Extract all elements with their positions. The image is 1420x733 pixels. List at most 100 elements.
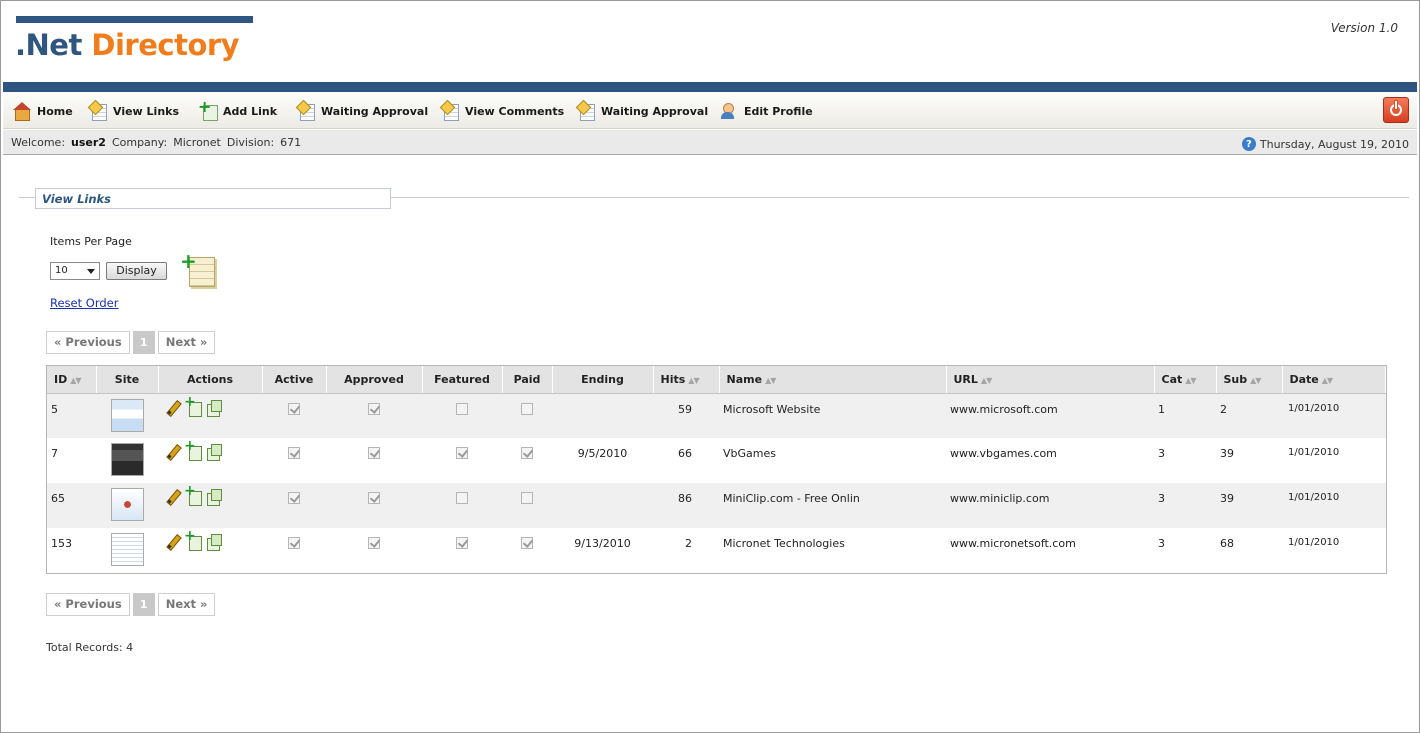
column-header-paid: Paid xyxy=(502,366,553,394)
approved-checkbox[interactable] xyxy=(368,402,380,415)
site-thumbnail[interactable] xyxy=(110,398,144,432)
current-page[interactable]: 1 xyxy=(132,331,155,354)
cell-date: 1/01/2010 xyxy=(1282,483,1386,528)
active-checkbox[interactable] xyxy=(288,492,300,504)
site-thumbnail[interactable] xyxy=(110,488,144,521)
logout-button[interactable] xyxy=(1383,97,1409,123)
document-icon xyxy=(441,102,459,121)
column-header-sub[interactable]: Sub ▲▼ xyxy=(1216,366,1283,394)
cell-cat: 3 xyxy=(1158,447,1165,460)
site-thumbnail[interactable] xyxy=(110,533,144,566)
active-checkbox[interactable] xyxy=(288,447,300,459)
nav-home[interactable]: Home xyxy=(13,102,73,121)
cell-actions xyxy=(158,528,262,573)
cell-active xyxy=(262,528,326,573)
copy-icon[interactable] xyxy=(184,394,202,417)
column-header-label: Sub xyxy=(1223,372,1248,386)
previous-page-button[interactable]: « Previous xyxy=(46,593,130,616)
nav-add-link-label: Add Link xyxy=(223,104,278,118)
cell-active xyxy=(262,393,326,438)
cell-id: 65 xyxy=(47,483,96,528)
next-page-button[interactable]: Next » xyxy=(157,593,216,616)
nav-view-comments[interactable]: View Comments xyxy=(441,102,564,121)
previous-page-button[interactable]: « Previous xyxy=(46,331,130,354)
active-checkbox[interactable] xyxy=(288,537,300,549)
column-header-date[interactable]: Date ▲▼ xyxy=(1282,366,1386,394)
move-icon[interactable] xyxy=(205,399,222,417)
edit-icon[interactable] xyxy=(165,534,181,550)
nav-waiting-approval-comments[interactable]: Waiting Approval xyxy=(577,102,708,121)
nav-add-link[interactable]: Add Link xyxy=(198,97,278,121)
edit-icon[interactable] xyxy=(165,400,181,416)
sort-icon: ▲▼ xyxy=(765,375,776,385)
cell-featured xyxy=(422,393,502,438)
cell-actions xyxy=(158,483,262,528)
column-header-url[interactable]: URL ▲▼ xyxy=(946,366,1155,394)
cell-ending xyxy=(552,483,653,528)
division-label: Division: xyxy=(226,136,275,149)
column-header-name[interactable]: Name ▲▼ xyxy=(719,366,947,394)
pager-bottom: « Previous 1 Next » xyxy=(46,593,216,616)
cell-actions xyxy=(158,393,262,438)
approved-checkbox[interactable] xyxy=(368,492,380,504)
featured-checkbox[interactable] xyxy=(456,492,468,504)
copy-icon[interactable] xyxy=(184,438,202,461)
links-table: ID ▲▼ Site Actions Active Approved Featur… xyxy=(46,365,1387,574)
edit-icon[interactable] xyxy=(165,489,181,505)
paid-checkbox[interactable] xyxy=(521,537,533,549)
column-header-featured: Featured xyxy=(422,366,503,394)
column-header-label: Date xyxy=(1289,372,1319,386)
current-page[interactable]: 1 xyxy=(132,593,155,616)
home-icon xyxy=(13,102,31,121)
copy-icon[interactable] xyxy=(184,483,202,506)
nav-view-links-label: View Links xyxy=(113,104,180,118)
cell-paid xyxy=(502,528,552,573)
paid-checkbox[interactable] xyxy=(521,492,533,504)
nav-edit-profile[interactable]: Edit Profile xyxy=(720,102,813,120)
paid-checkbox[interactable] xyxy=(521,447,533,459)
nav-view-links[interactable]: View Links xyxy=(89,102,180,121)
sort-icon: ▲▼ xyxy=(688,375,699,385)
logo-accent-bar xyxy=(16,16,253,23)
logo-text-net: .Net xyxy=(15,28,82,62)
cell-cat: 3 xyxy=(1158,537,1165,550)
cell-name: VbGames xyxy=(723,447,776,460)
user-info: Welcome: user2 Company: Micronet Division: 67… xyxy=(11,136,301,149)
featured-checkbox[interactable] xyxy=(456,537,468,549)
cell-date: 1/01/2010 xyxy=(1282,393,1386,438)
edit-icon[interactable] xyxy=(165,444,181,460)
reset-order-link[interactable]: Reset Order xyxy=(50,296,118,310)
paid-checkbox[interactable] xyxy=(521,402,533,415)
app-window: .Net Directory Version 1.0 Home View Lin… xyxy=(0,0,1420,733)
total-records: Total Records: 4 xyxy=(46,641,134,654)
column-header-hits[interactable]: Hits ▲▼ xyxy=(653,366,720,394)
display-button[interactable]: Display xyxy=(106,262,167,280)
move-icon[interactable] xyxy=(205,489,222,506)
column-header-actions: Actions xyxy=(158,366,263,394)
approved-checkbox[interactable] xyxy=(368,537,380,549)
cell-url: www.miniclip.com xyxy=(946,483,1154,528)
cell-featured xyxy=(422,438,502,483)
active-checkbox[interactable] xyxy=(288,402,300,415)
featured-checkbox[interactable] xyxy=(456,447,468,459)
next-page-button[interactable]: Next » xyxy=(157,331,216,354)
items-per-page-select[interactable]: 10 xyxy=(50,262,100,280)
move-icon[interactable] xyxy=(205,444,222,461)
cell-sub: 2 xyxy=(1216,393,1282,438)
site-thumbnail[interactable] xyxy=(110,443,144,476)
table-row: 153 9/13/2010 2 Micronet Technologies ww… xyxy=(47,528,1386,573)
approved-checkbox[interactable] xyxy=(368,447,380,459)
copy-icon[interactable] xyxy=(184,528,202,551)
nav-waiting-approval-links[interactable]: Waiting Approval xyxy=(297,102,428,121)
column-header-cat[interactable]: Cat ▲▼ xyxy=(1154,366,1217,394)
featured-checkbox[interactable] xyxy=(456,402,468,415)
column-header-active: Active xyxy=(262,366,327,394)
sort-icon: ▲▼ xyxy=(1250,375,1261,385)
add-link-icon[interactable] xyxy=(180,249,215,287)
move-icon[interactable] xyxy=(205,534,222,551)
column-header-id[interactable]: ID ▲▼ xyxy=(47,366,97,394)
help-icon[interactable]: ? xyxy=(1241,137,1256,151)
cell-site xyxy=(96,528,158,573)
cell-hits: 66 xyxy=(678,447,692,460)
cell-sub: 68 xyxy=(1220,537,1234,550)
